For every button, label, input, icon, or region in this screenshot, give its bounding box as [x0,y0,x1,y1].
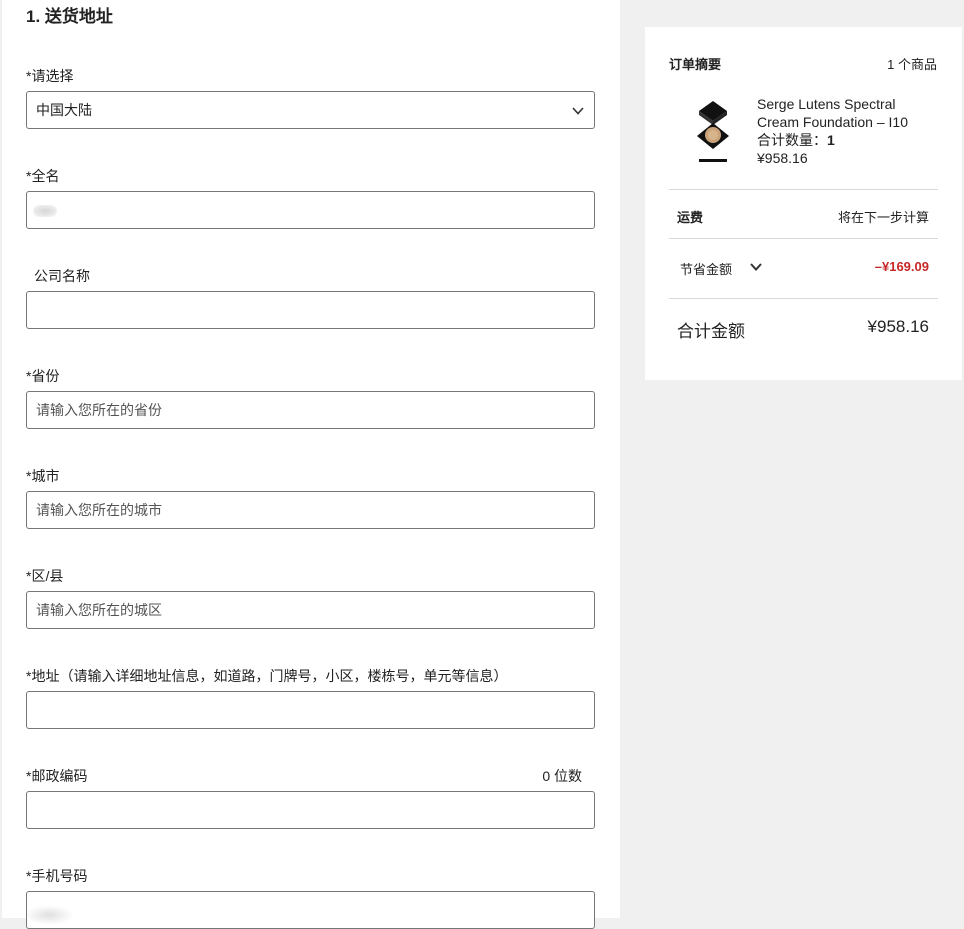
shipping-form-panel: 1. 送货地址 *请选择 中国大陆 *全名 公司名称 *省份 请输入您所在的省份… [2,0,620,929]
country-select-value: 中国大陆 [36,102,92,118]
summary-item-count: 1 个商品 [887,57,937,72]
country-select[interactable]: 中国大陆 [26,91,595,129]
company-label: 公司名称 [34,268,90,284]
province-placeholder: 请输入您所在的省份 [36,402,162,418]
order-summary-card: 订单摘要 1 个商品 Serge Lutens Spectral Cream F… [645,27,962,380]
summary-divider [669,189,938,190]
savings-value: –¥169.09 [874,259,929,274]
district-input[interactable]: 请输入您所在的城区 [26,591,595,629]
section-title: 1. 送货地址 [26,7,113,26]
company-input[interactable] [26,291,595,329]
city-label: *城市 [26,468,60,484]
province-input[interactable]: 请输入您所在的省份 [26,391,595,429]
postcode-label: *邮政编码 [26,768,88,784]
postcode-counter: 0 位数 [542,768,582,784]
city-placeholder: 请输入您所在的城市 [36,502,162,518]
floating-widget-shadow [24,905,74,925]
province-label: *省份 [26,368,60,384]
phone-label: *手机号码 [26,868,88,884]
shipping-value: 将在下一步计算 [837,210,929,225]
fullname-label: *全名 [26,168,60,184]
chevron-down-icon [572,107,584,115]
product-quantity-label: 合计数量： [757,132,827,148]
total-value: ¥958.16 [867,317,929,336]
address-input[interactable] [26,691,595,729]
country-label: *请选择 [26,68,74,84]
district-placeholder: 请输入您所在的城区 [36,602,162,618]
shipping-label: 运费 [677,210,704,225]
savings-toggle[interactable]: 节省金额 [680,259,732,278]
postcode-input[interactable] [26,791,595,829]
product-price: ¥958.16 [757,150,808,166]
product-image [697,101,729,162]
product-quantity: 合计数量：1 [757,131,835,149]
city-input[interactable]: 请输入您所在的城市 [26,491,595,529]
product-quantity-value: 1 [827,132,835,148]
redacted-name [33,205,57,217]
summary-divider [669,298,938,299]
chevron-down-icon[interactable] [749,260,763,274]
district-label: *区/县 [26,568,64,584]
address-label: *地址（请输入详细地址信息，如道路，门牌号，小区，楼栋号，单元等信息） [26,668,508,684]
fullname-input[interactable] [26,191,595,229]
product-name[interactable]: Serge Lutens Spectral Cream Foundation –… [757,95,937,131]
summary-title: 订单摘要 [669,57,722,72]
summary-divider [669,238,938,239]
total-label: 合计金额 [677,322,745,341]
phone-input[interactable] [26,891,595,929]
